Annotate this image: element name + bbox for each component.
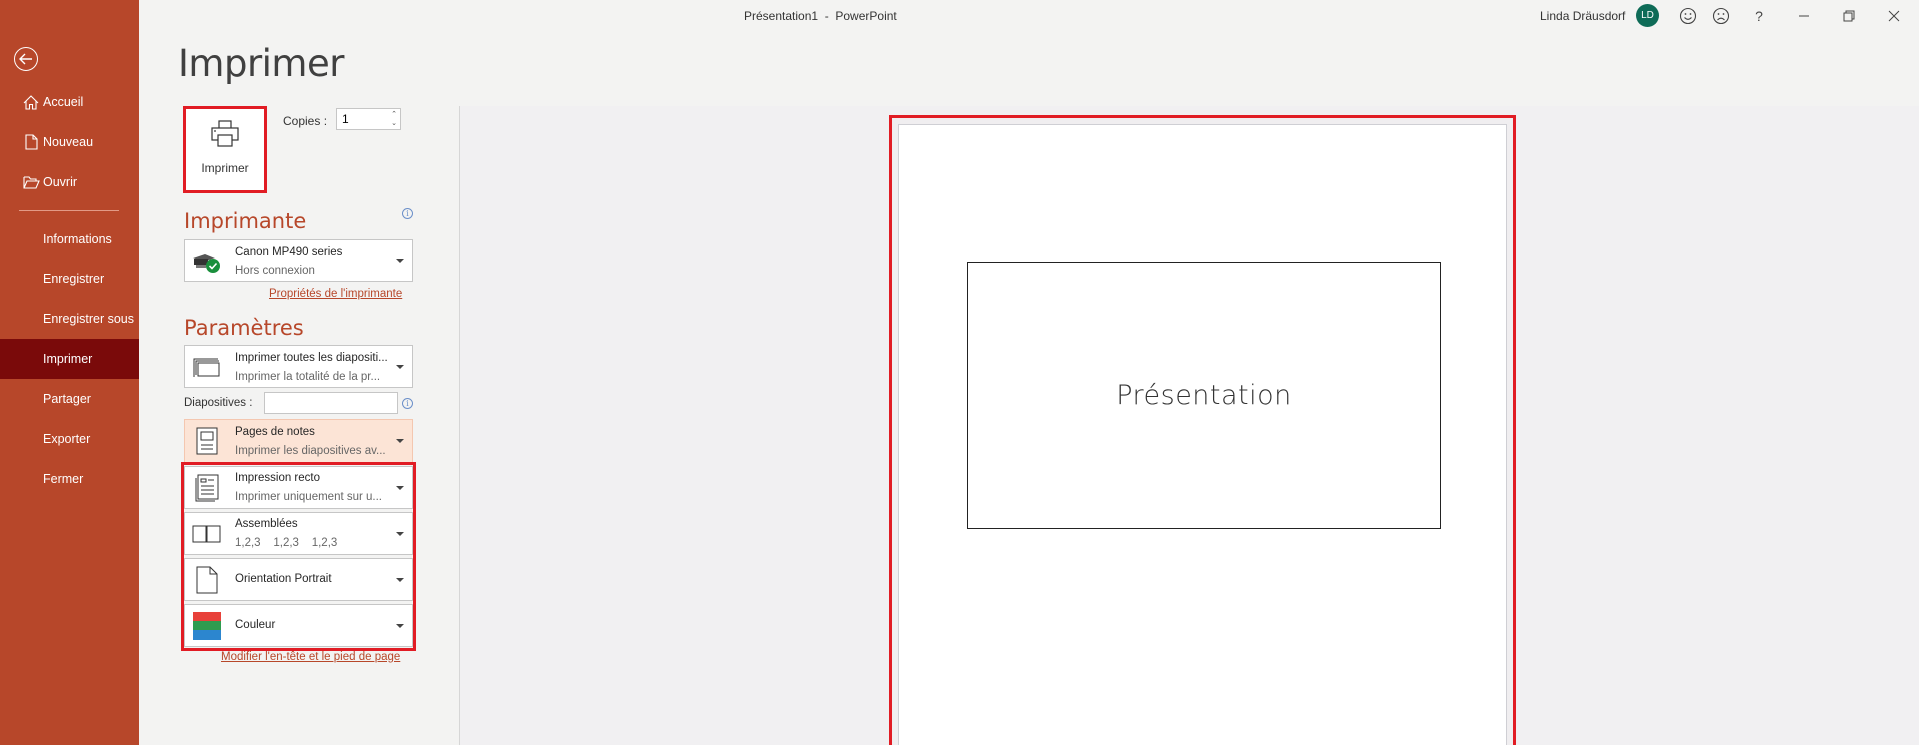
spin-up-icon[interactable]: ⌃ xyxy=(391,110,397,119)
help-icon[interactable]: ? xyxy=(1748,5,1770,27)
close-icon[interactable] xyxy=(1883,5,1905,27)
slide-title: Présentation xyxy=(1116,380,1292,411)
collation-dropdown[interactable]: Assemblées 1,2,3 1,2,3 1,2,3 xyxy=(184,512,413,555)
setting-line1: Pages de notes xyxy=(235,426,315,438)
sidebar-item-fermer[interactable]: Fermer xyxy=(0,460,139,498)
slides-field[interactable] xyxy=(264,392,398,414)
color-icon xyxy=(191,611,223,640)
window-title: Présentation1 - PowerPoint xyxy=(744,9,897,23)
sidebar-item-label: Nouveau xyxy=(43,135,94,149)
sidebar-item-nouveau[interactable]: Nouveau xyxy=(0,123,139,161)
slides-label: Diapositives : xyxy=(184,397,253,409)
restore-icon[interactable] xyxy=(1838,5,1860,27)
header-footer-link[interactable]: Modifier l'en-tête et le pied de page xyxy=(221,651,400,663)
slides-input[interactable] xyxy=(265,393,397,413)
printer-dropdown[interactable]: Canon MP490 series Hors connexion xyxy=(184,239,413,282)
minimize-icon[interactable] xyxy=(1793,5,1815,27)
sidebar-item-label: Enregistrer sous xyxy=(43,312,135,326)
copies-input[interactable] xyxy=(342,112,382,126)
slide-thumbnail: Présentation xyxy=(967,262,1441,529)
layout-dropdown[interactable]: Pages de notes Imprimer les diapositives… xyxy=(184,419,413,463)
print-button-label: Imprimer xyxy=(201,161,249,175)
user-name[interactable]: Linda Dräusdorf xyxy=(1540,9,1625,23)
settings-section-heading: Paramètres xyxy=(184,316,304,340)
setting-line2: Imprimer uniquement sur u... xyxy=(235,491,383,503)
printer-name: Canon MP490 series xyxy=(235,246,343,258)
printer-properties-link[interactable]: Propriétés de l'imprimante xyxy=(269,288,402,300)
setting-line2: Imprimer la totalité de la pr... xyxy=(235,371,381,383)
orientation-dropdown[interactable]: Orientation Portrait xyxy=(184,558,413,601)
copies-stepper[interactable]: ⌃ ⌄ xyxy=(336,108,401,130)
collated-icon xyxy=(191,520,223,548)
chevron-down-icon xyxy=(396,485,404,490)
print-range-dropdown[interactable]: Imprimer toutes les diapositi... Imprime… xyxy=(184,345,413,388)
frown-icon[interactable] xyxy=(1710,5,1732,27)
sidebar-item-label: Imprimer xyxy=(43,352,93,366)
printer-section-heading: Imprimante xyxy=(184,209,307,233)
chevron-down-icon xyxy=(396,364,404,369)
sidebar-item-imprimer[interactable]: Imprimer xyxy=(0,339,139,379)
setting-line2: Imprimer les diapositives av... xyxy=(235,445,386,457)
chevron-down-icon xyxy=(396,258,404,263)
backstage-sidebar: Accueil Nouveau Ouvrir Informations Enre… xyxy=(0,0,139,745)
sidebar-item-label: Partager xyxy=(43,392,91,406)
sides-dropdown[interactable]: Impression recto Imprimer uniquement sur… xyxy=(184,466,413,509)
home-icon xyxy=(20,94,42,110)
chevron-down-icon xyxy=(396,623,404,628)
sidebar-item-ouvrir[interactable]: Ouvrir xyxy=(0,163,139,201)
setting-line2: 1,2,3 1,2,3 1,2,3 xyxy=(235,537,338,549)
notes-pages-icon xyxy=(191,427,223,455)
copies-label: Copies : xyxy=(283,114,328,128)
chevron-down-icon xyxy=(396,577,404,582)
all-slides-icon xyxy=(191,353,223,381)
panel-divider xyxy=(459,106,460,745)
avatar[interactable]: LD xyxy=(1636,4,1659,27)
sidebar-item-label: Fermer xyxy=(43,472,84,486)
sidebar-item-label: Enregistrer xyxy=(43,272,105,286)
sidebar-item-label: Exporter xyxy=(43,432,91,446)
copies-spin-buttons[interactable]: ⌃ ⌄ xyxy=(391,110,397,128)
portrait-icon xyxy=(191,566,223,594)
sidebar-item-partager[interactable]: Partager xyxy=(0,380,139,418)
sidebar-item-informations[interactable]: Informations xyxy=(0,220,139,258)
print-button[interactable]: Imprimer xyxy=(183,106,267,193)
info-icon[interactable]: i xyxy=(402,398,413,409)
sidebar-item-label: Accueil xyxy=(43,95,84,109)
chevron-down-icon xyxy=(396,439,404,443)
setting-line1: Couleur xyxy=(235,619,276,631)
sidebar-item-enregistrer-sous[interactable]: Enregistrer sous xyxy=(0,300,139,338)
sidebar-item-label: Informations xyxy=(43,232,112,246)
sidebar-item-accueil[interactable]: Accueil xyxy=(0,83,139,121)
sidebar-item-enregistrer[interactable]: Enregistrer xyxy=(0,260,139,298)
info-icon[interactable]: i xyxy=(402,208,413,219)
sidebar-item-label: Ouvrir xyxy=(43,175,78,189)
back-arrow-icon xyxy=(19,53,32,65)
setting-line1: Impression recto xyxy=(235,472,321,484)
spin-down-icon[interactable]: ⌄ xyxy=(391,119,397,128)
open-folder-icon xyxy=(20,175,42,189)
smile-icon[interactable] xyxy=(1677,5,1699,27)
printer-icon xyxy=(210,119,240,154)
setting-line1: Orientation Portrait xyxy=(235,573,332,585)
page-title: Imprimer xyxy=(178,42,344,85)
chevron-down-icon xyxy=(396,531,404,536)
back-button[interactable] xyxy=(14,47,38,71)
printer-status: Hors connexion xyxy=(235,265,315,277)
new-document-icon xyxy=(20,134,42,150)
one-sided-icon xyxy=(191,474,223,502)
sidebar-divider xyxy=(19,210,119,211)
setting-line1: Imprimer toutes les diapositi... xyxy=(235,352,388,364)
printer-ready-icon xyxy=(191,247,223,275)
sidebar-item-exporter[interactable]: Exporter xyxy=(0,420,139,458)
setting-line1: Assemblées xyxy=(235,518,298,530)
color-dropdown[interactable]: Couleur xyxy=(184,604,413,647)
